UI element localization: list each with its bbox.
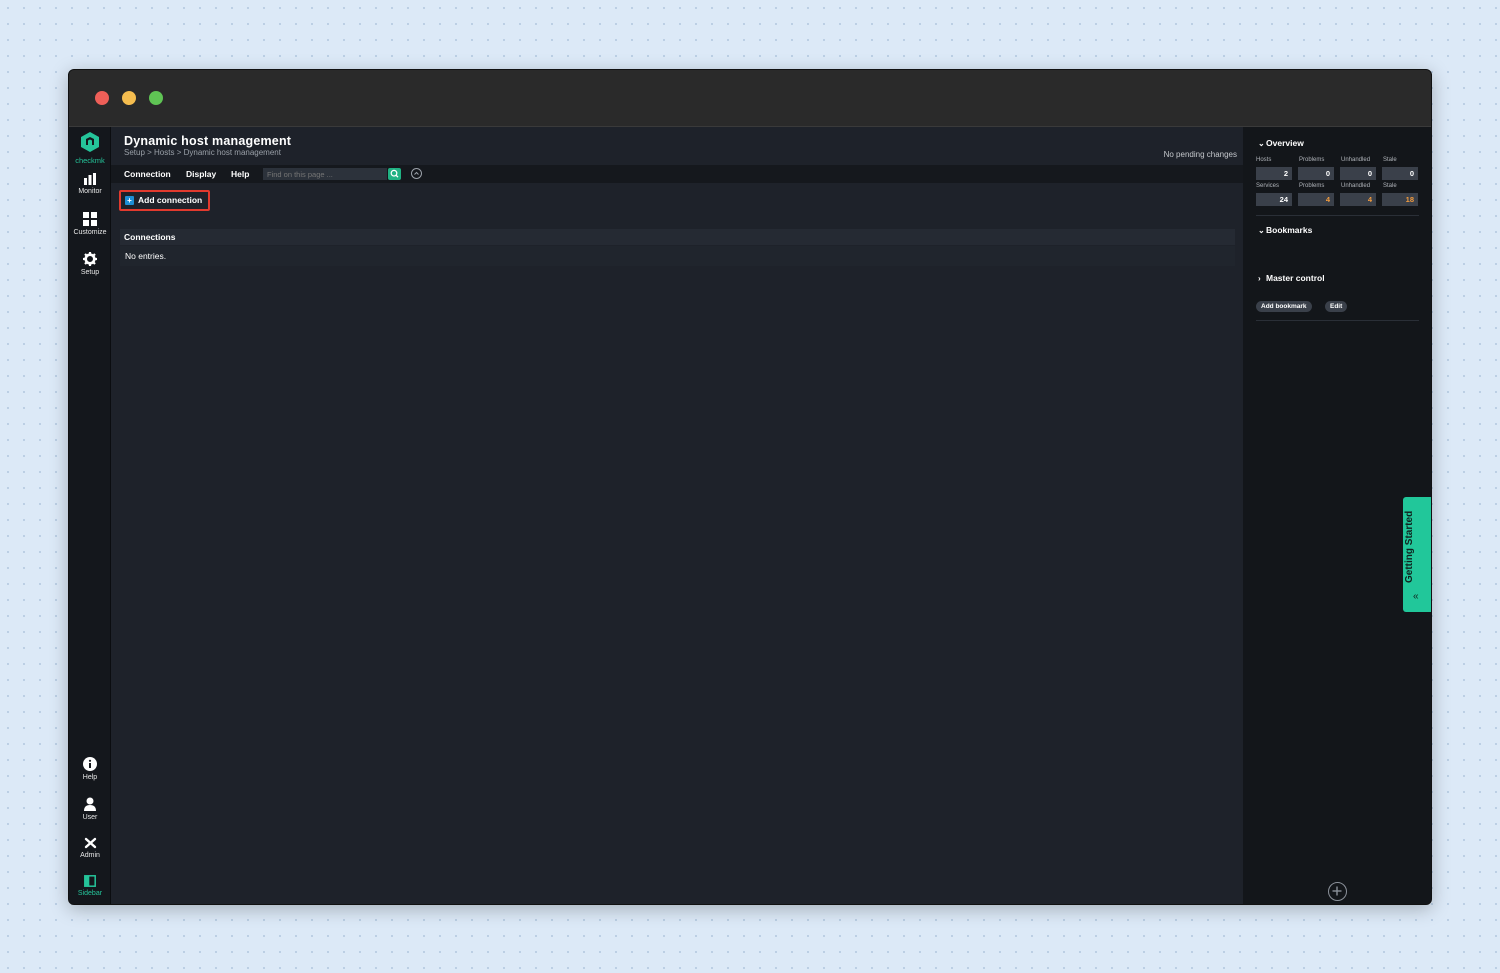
find-search-button[interactable] [388, 168, 401, 180]
toggle-shortcuts-button[interactable] [411, 168, 422, 179]
nav-label-setup: Setup [80, 269, 100, 276]
overview-label-service-unhandled: Unhandled [1341, 183, 1371, 189]
overview-service-problems-count[interactable]: 4 [1298, 193, 1334, 206]
overview-service-unhandled-count[interactable]: 4 [1340, 193, 1376, 206]
add-snapin-button[interactable] [1328, 882, 1347, 901]
overview-label-hosts: Hosts [1256, 157, 1272, 163]
overview-services-count[interactable]: 24 [1256, 193, 1292, 206]
find-on-page-input[interactable] [263, 168, 387, 180]
overview-label-service-stale: Stale [1383, 183, 1397, 189]
plus-icon: + [125, 196, 134, 205]
chevron-right-icon: › [1258, 274, 1261, 283]
checkmk-logo-icon [81, 132, 99, 152]
main-navigation: checkmk Monitor Customize Setup Help Use… [69, 127, 111, 904]
add-bookmark-button[interactable]: Add bookmark [1256, 301, 1312, 312]
nav-item-help[interactable]: Help [69, 757, 111, 781]
chevron-down-icon: ⌄ [1258, 226, 1265, 235]
pending-changes-status[interactable]: No pending changes [1164, 150, 1237, 159]
menu-help[interactable]: Help [231, 169, 249, 179]
gear-icon [83, 252, 97, 266]
plus-circle-icon [1332, 886, 1342, 896]
master-control-title: Master control [1266, 273, 1325, 283]
overview-title: Overview [1266, 138, 1304, 148]
connections-table-header: Connections [120, 229, 1235, 245]
user-icon [84, 797, 96, 811]
overview-host-stale-count[interactable]: 0 [1382, 167, 1418, 180]
chevron-double-left-icon: « [1413, 591, 1419, 602]
nav-label-admin: Admin [80, 852, 100, 859]
master-control-snapin-header[interactable]: › Master control [1258, 273, 1325, 283]
getting-started-label: Getting Started [1404, 510, 1415, 583]
main-content: Dynamic host management Setup > Hosts > … [111, 127, 1243, 904]
overview-host-unhandled-count[interactable]: 0 [1340, 167, 1376, 180]
menu-connection[interactable]: Connection [124, 169, 171, 179]
overview-label-host-unhandled: Unhandled [1341, 157, 1371, 163]
checkmk-logo[interactable]: checkmk [69, 131, 111, 165]
overview-snapin-header[interactable]: ⌄Overview [1258, 138, 1304, 148]
minimize-window-button[interactable] [122, 91, 136, 105]
nav-item-monitor[interactable]: Monitor [69, 173, 111, 195]
overview-host-problems-count[interactable]: 0 [1298, 167, 1334, 180]
bookmarks-title: Bookmarks [1266, 225, 1313, 235]
nav-label-sidebar: Sidebar [77, 890, 103, 897]
overview-service-stale-count[interactable]: 18 [1382, 193, 1418, 206]
overview-label-service-problems: Problems [1299, 183, 1325, 189]
search-icon [390, 169, 399, 178]
sidebar-divider [1256, 215, 1419, 216]
breadcrumb[interactable]: Setup > Hosts > Dynamic host management [124, 148, 281, 157]
page-title: Dynamic host management [124, 134, 292, 148]
edit-bookmarks-button[interactable]: Edit [1325, 301, 1348, 312]
add-connection-label: Add connection [138, 195, 203, 205]
nav-item-customize[interactable]: Customize [69, 212, 111, 236]
nav-label-customize: Customize [73, 229, 107, 236]
add-connection-button[interactable]: + Add connection [119, 190, 210, 211]
bar-chart-icon [84, 173, 96, 185]
grid-icon [83, 212, 97, 226]
window-titlebar [69, 70, 1431, 127]
overview-label-host-stale: Stale [1383, 157, 1397, 163]
close-window-button[interactable] [95, 91, 109, 105]
bookmarks-snapin-header[interactable]: ⌄Bookmarks [1258, 225, 1312, 235]
chevron-down-icon: ⌄ [1258, 139, 1265, 148]
page-menu-bar: Connection Display Help [111, 165, 1243, 183]
nav-label-user: User [82, 814, 98, 821]
overview-label-host-problems: Problems [1299, 157, 1325, 163]
getting-started-tab[interactable]: Getting Started « [1403, 497, 1431, 612]
info-icon [83, 757, 97, 771]
sidebar-icon [84, 875, 96, 887]
nav-item-admin[interactable]: Admin [69, 837, 111, 859]
maximize-window-button[interactable] [149, 91, 163, 105]
connections-empty-row: No entries. [120, 246, 1235, 266]
menu-display[interactable]: Display [186, 169, 216, 179]
nav-item-sidebar[interactable]: Sidebar [69, 875, 111, 897]
nav-item-user[interactable]: User [69, 797, 111, 821]
nav-label-help: Help [82, 774, 98, 781]
overview-hosts-count[interactable]: 2 [1256, 167, 1292, 180]
nav-item-setup[interactable]: Setup [69, 252, 111, 276]
logo-text: checkmk [75, 156, 105, 165]
app-window: checkmk Monitor Customize Setup Help Use… [68, 69, 1432, 905]
page-header: Dynamic host management Setup > Hosts > … [111, 127, 1243, 165]
overview-label-services: Services [1256, 183, 1280, 189]
sidebar-divider [1256, 320, 1419, 321]
tools-icon [84, 837, 96, 849]
nav-label-monitor: Monitor [78, 188, 102, 195]
chevron-up-icon [414, 171, 419, 175]
